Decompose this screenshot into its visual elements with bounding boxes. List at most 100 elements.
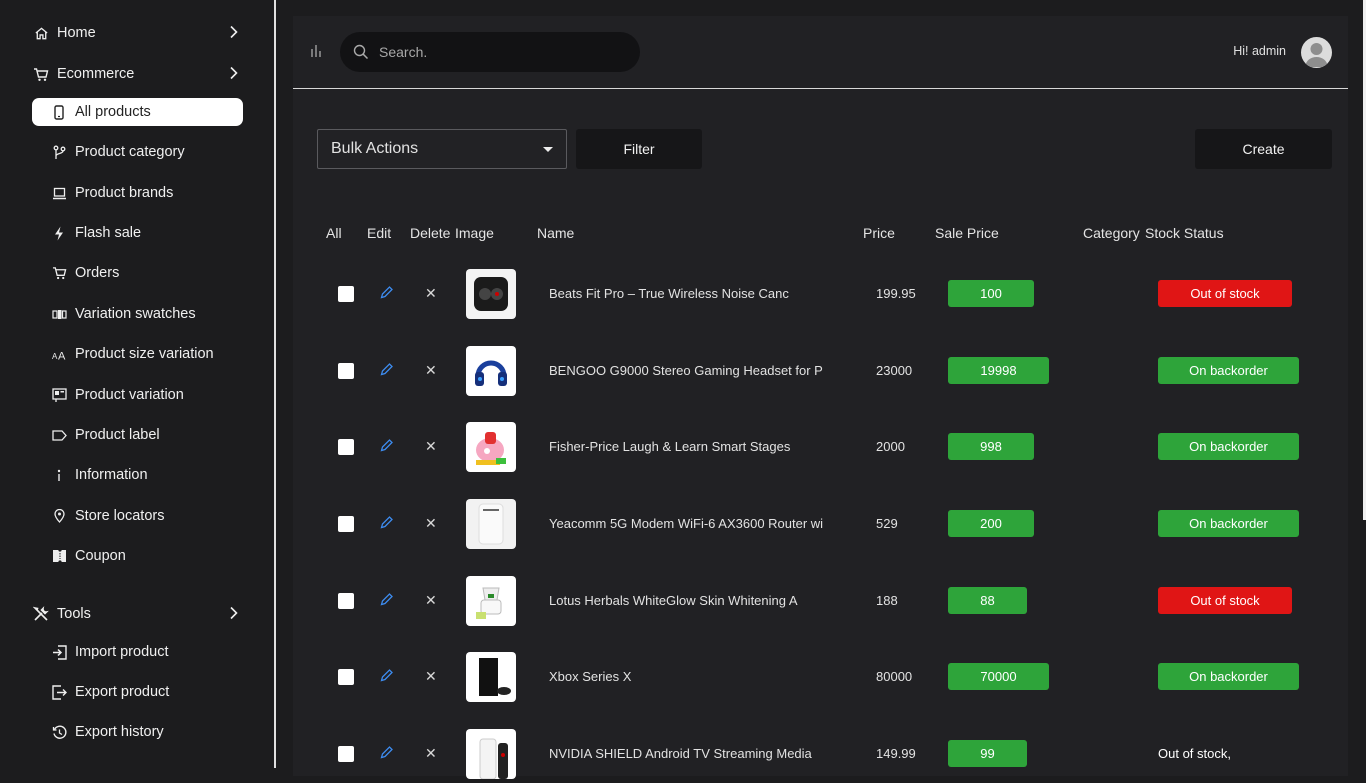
sidebar-item-label: Product variation — [75, 387, 184, 403]
delete-x-icon[interactable]: ✕ — [425, 285, 437, 302]
header-sale-price: Sale Price — [935, 225, 999, 241]
row-checkbox[interactable] — [338, 516, 354, 532]
stock-status-badge: On backorder — [1158, 663, 1299, 690]
stock-status-badge: Out of stock — [1158, 587, 1292, 614]
chart-toggle-icon[interactable] — [310, 44, 324, 63]
sidebar-item-product-brands[interactable]: Product brands — [32, 179, 243, 207]
laptop-icon — [50, 184, 68, 202]
product-image — [466, 422, 516, 472]
sidebar-item-import-product[interactable]: Import product — [32, 638, 243, 666]
delete-x-icon[interactable]: ✕ — [425, 745, 437, 762]
history-icon — [50, 723, 68, 741]
row-checkbox[interactable] — [338, 669, 354, 685]
edit-pencil-icon[interactable] — [380, 363, 393, 381]
avatar[interactable] — [1301, 37, 1332, 68]
stock-status-badge: Out of stock — [1158, 280, 1292, 307]
sidebar-item-information[interactable]: Information — [32, 461, 243, 489]
sidebar-item-label: Store locators — [75, 508, 165, 524]
sidebar-item-label: Product size variation — [75, 346, 214, 362]
nav-ecommerce-label: Ecommerce — [57, 66, 135, 82]
sidebar-item-all-products[interactable]: All products — [32, 98, 243, 126]
delete-x-icon[interactable]: ✕ — [425, 668, 437, 685]
row-checkbox[interactable] — [338, 363, 354, 379]
edit-pencil-icon[interactable] — [380, 593, 393, 611]
sale-price-badge: 70000 — [948, 663, 1049, 690]
row-checkbox[interactable] — [338, 593, 354, 609]
delete-x-icon[interactable]: ✕ — [425, 592, 437, 609]
sidebar-item-label: Flash sale — [75, 225, 142, 241]
row-checkbox[interactable] — [338, 286, 354, 302]
info-icon — [50, 466, 68, 484]
product-price: 23000 — [876, 363, 913, 378]
import-icon — [50, 643, 68, 661]
product-name[interactable]: Lotus Herbals WhiteGlow Skin Whitening A — [549, 593, 798, 608]
product-name[interactable]: BENGOO G9000 Stereo Gaming Headset for P — [549, 363, 823, 378]
sale-price-badge: 19998 — [948, 357, 1049, 384]
nav-ecommerce[interactable]: Ecommerce — [32, 60, 243, 88]
product-name[interactable]: Yeacomm 5G Modem WiFi-6 AX3600 Router wi — [549, 516, 823, 531]
delete-x-icon[interactable]: ✕ — [425, 438, 437, 455]
sidebar-item-product-variation[interactable]: Product variation — [32, 381, 243, 409]
branch-icon — [50, 143, 68, 161]
sidebar-item-label: All products — [75, 104, 151, 120]
sidebar: Home Ecommerce All products Product cate… — [0, 0, 276, 768]
header-name: Name — [537, 225, 575, 241]
product-name[interactable]: Fisher-Price Laugh & Learn Smart Stages — [549, 439, 790, 454]
cart-icon — [50, 264, 68, 282]
sidebar-item-label: Orders — [75, 265, 120, 281]
search-bar[interactable] — [340, 32, 640, 72]
sidebar-item-orders[interactable]: Orders — [32, 259, 243, 287]
edit-pencil-icon[interactable] — [380, 669, 393, 687]
filter-button[interactable]: Filter — [576, 129, 702, 169]
sidebar-item-flash-sale[interactable]: Flash sale — [32, 219, 243, 247]
table-row: ✕ Lotus Herbals WhiteGlow Skin Whitening… — [293, 570, 1348, 630]
row-checkbox[interactable] — [338, 746, 354, 762]
sale-price-badge: 200 — [948, 510, 1034, 537]
product-image — [466, 346, 516, 396]
sidebar-item-product-label[interactable]: Product label — [32, 421, 243, 449]
search-input[interactable] — [379, 44, 609, 60]
sidebar-item-coupon[interactable]: Coupon — [32, 542, 243, 570]
tag-icon — [50, 426, 68, 444]
stock-status-badge: On backorder — [1158, 433, 1299, 460]
sidebar-item-export-history[interactable]: Export history — [32, 718, 243, 746]
product-name[interactable]: NVIDIA SHIELD Android TV Streaming Media — [549, 746, 812, 761]
sidebar-item-product-category[interactable]: Product category — [32, 138, 243, 166]
product-name[interactable]: Beats Fit Pro – True Wireless Noise Canc — [549, 286, 789, 301]
product-image — [466, 729, 516, 779]
sidebar-item-product-size-variation[interactable]: AA Product size variation — [32, 340, 243, 368]
product-image — [466, 576, 516, 626]
table-row: ✕ Xbox Series X 80000 70000 On backorder — [293, 646, 1348, 706]
cart-icon — [32, 65, 50, 83]
delete-x-icon[interactable]: ✕ — [425, 515, 437, 532]
bulk-actions-select[interactable]: Bulk Actions — [317, 129, 567, 169]
delete-x-icon[interactable]: ✕ — [425, 362, 437, 379]
sidebar-item-variation-swatches[interactable]: Variation swatches — [32, 300, 243, 328]
nav-tools[interactable]: Tools — [32, 600, 243, 628]
sidebar-item-export-product[interactable]: Export product — [32, 678, 243, 706]
product-image — [466, 269, 516, 319]
edit-pencil-icon[interactable] — [380, 286, 393, 304]
product-price: 149.99 — [876, 746, 916, 761]
nav-home[interactable]: Home — [32, 19, 243, 47]
greeting-text: Hi! admin — [1233, 44, 1286, 58]
sidebar-item-label: Product category — [75, 144, 185, 160]
edit-pencil-icon[interactable] — [380, 516, 393, 534]
header-price: Price — [863, 225, 895, 241]
sale-price-badge: 998 — [948, 433, 1034, 460]
sidebar-item-store-locators[interactable]: Store locators — [32, 502, 243, 530]
table-row: ✕ Yeacomm 5G Modem WiFi-6 AX3600 Router … — [293, 493, 1348, 553]
export-icon — [50, 683, 68, 701]
edit-pencil-icon[interactable] — [380, 746, 393, 764]
product-name[interactable]: Xbox Series X — [549, 669, 631, 684]
edit-pencil-icon[interactable] — [380, 439, 393, 457]
caret-down-icon — [543, 147, 553, 152]
main-panel: Hi! admin Bulk Actions Filter Create All… — [293, 16, 1348, 779]
row-checkbox[interactable] — [338, 439, 354, 455]
sidebar-item-label: Information — [75, 467, 148, 483]
sale-price-badge: 88 — [948, 587, 1027, 614]
create-button[interactable]: Create — [1195, 129, 1332, 169]
header-all[interactable]: All — [326, 225, 342, 241]
header-edit: Edit — [367, 225, 392, 241]
stock-status-text: Out of stock, — [1158, 746, 1231, 761]
